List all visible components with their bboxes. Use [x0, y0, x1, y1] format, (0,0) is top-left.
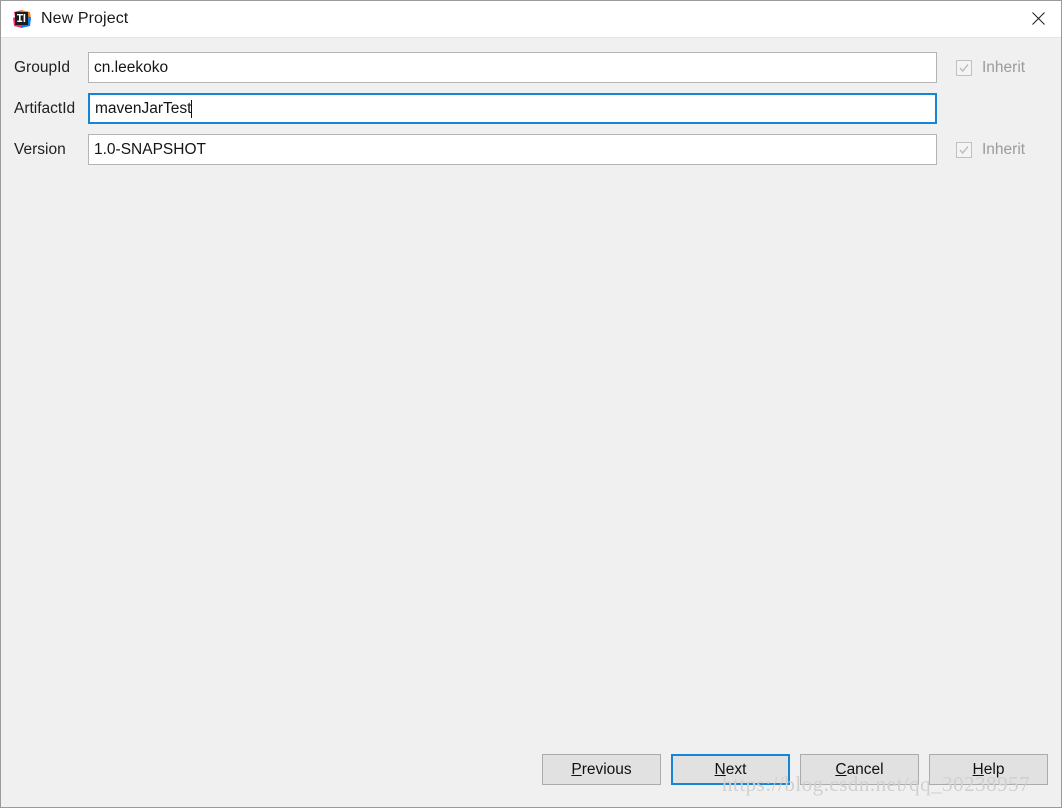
artifactid-label: ArtifactId — [14, 99, 76, 117]
version-inherit-checkbox-group[interactable]: Inherit — [956, 141, 1025, 159]
close-button[interactable] — [1015, 1, 1061, 36]
groupid-inherit-checkbox-group[interactable]: Inherit — [956, 59, 1025, 77]
cancel-button[interactable]: Cancel — [800, 754, 919, 785]
artifactid-inherit-placeholder — [956, 101, 972, 117]
help-mnemonic: H — [972, 760, 984, 778]
version-value: 1.0-SNAPSHOT — [94, 140, 206, 158]
help-button[interactable]: Help — [929, 754, 1048, 785]
version-inherit-label: Inherit — [982, 140, 1026, 158]
next-button[interactable]: Next — [671, 754, 790, 785]
form-row-artifactid: ArtifactId mavenJarTest — [1, 93, 1061, 124]
groupid-inherit-checkbox[interactable] — [956, 59, 972, 76]
checkmark-icon — [959, 63, 969, 72]
version-inherit-checkbox[interactable] — [956, 141, 972, 158]
groupid-inherit-label: Inherit — [982, 58, 1026, 76]
version-input[interactable]: 1.0-SNAPSHOT — [88, 134, 937, 165]
inherit-spacer — [956, 101, 972, 117]
groupid-label: GroupId — [14, 58, 71, 76]
artifactid-input[interactable]: mavenJarTest — [88, 93, 937, 124]
window-title: New Project — [41, 10, 129, 27]
help-button-label-rest: elp — [983, 760, 1005, 778]
next-button-label-rest: ext — [725, 760, 747, 778]
artifactid-value: mavenJarTest — [95, 99, 192, 117]
maven-coordinates-form: GroupId cn.leekoko Inherit ArtifactId ma… — [1, 52, 1061, 175]
text-caret — [191, 99, 193, 118]
button-row: Previous Next Cancel Help — [532, 754, 1048, 785]
groupid-value: cn.leekoko — [94, 58, 169, 76]
cancel-button-label-rest: ancel — [846, 760, 884, 778]
previous-mnemonic: P — [571, 760, 582, 778]
dialog-footer: Previous Next Cancel Help — [1, 751, 1061, 807]
intellij-idea-logo-icon — [12, 9, 32, 29]
groupid-input[interactable]: cn.leekoko — [88, 52, 937, 83]
title-bar: New Project — [1, 1, 1061, 38]
dialog-content: GroupId cn.leekoko Inherit ArtifactId ma… — [1, 38, 1061, 751]
previous-button[interactable]: Previous — [542, 754, 661, 785]
checkmark-icon — [959, 145, 969, 154]
form-row-version: Version 1.0-SNAPSHOT Inherit — [1, 134, 1061, 165]
cancel-mnemonic: C — [835, 760, 847, 778]
form-row-groupid: GroupId cn.leekoko Inherit — [1, 52, 1061, 83]
next-mnemonic: N — [714, 760, 726, 778]
version-label: Version — [14, 140, 66, 158]
previous-button-label-rest: revious — [581, 760, 632, 778]
new-project-dialog: New Project GroupId cn.leekoko Inherit A… — [0, 0, 1062, 808]
